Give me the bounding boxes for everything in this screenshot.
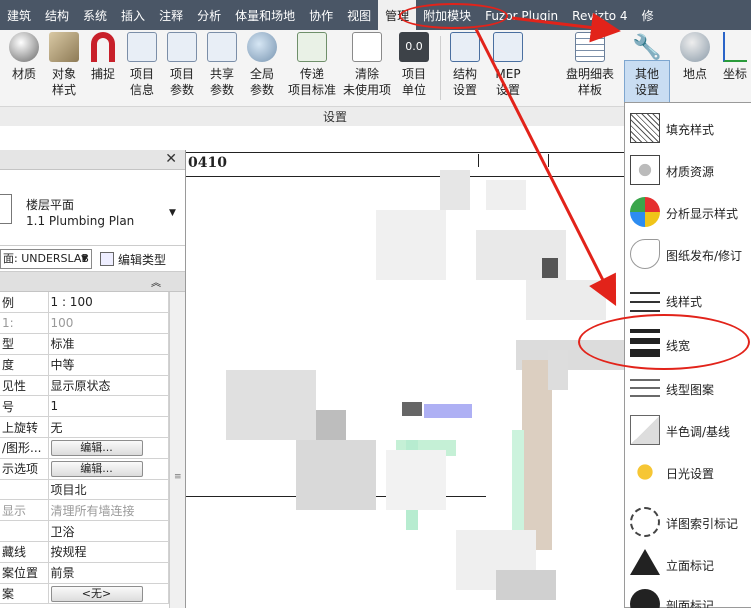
annotation-arrow-to-line-styles [474, 28, 617, 307]
annotation-arrows [474, 12, 621, 307]
annotation-arrow-to-other-settings [511, 12, 621, 43]
